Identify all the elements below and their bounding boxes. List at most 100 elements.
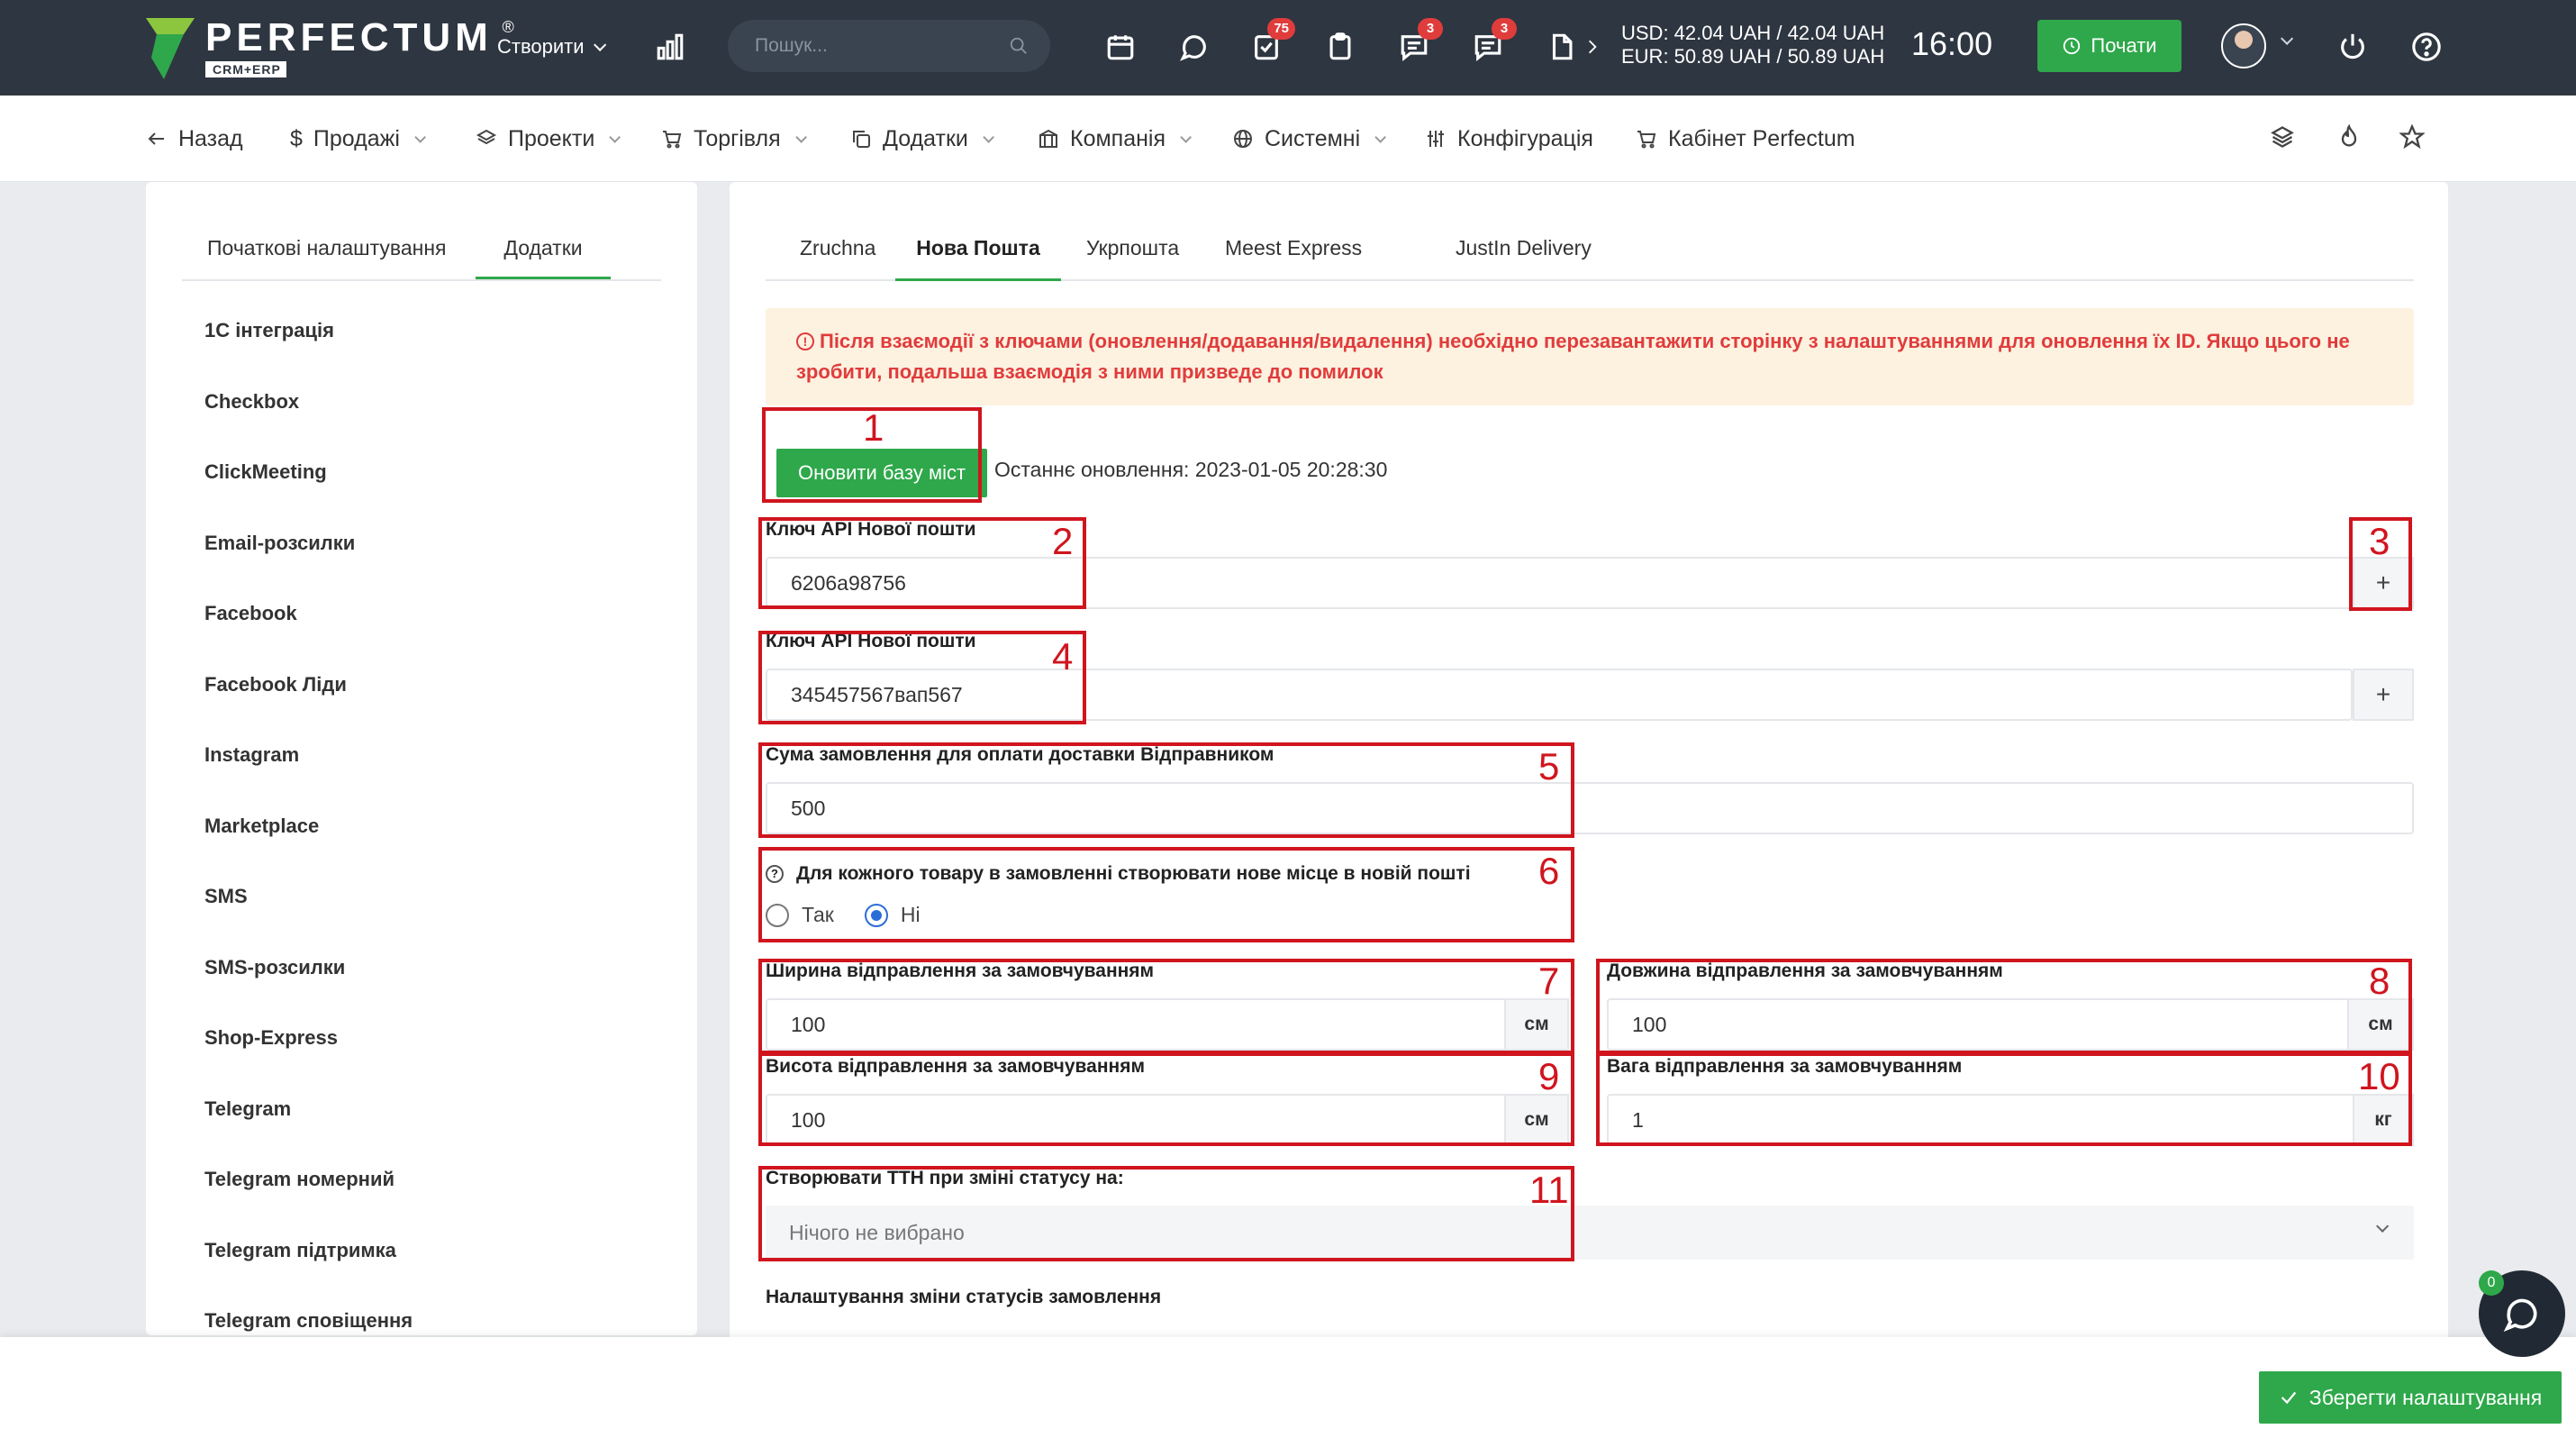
nav-system[interactable]: Системні xyxy=(1232,123,1387,155)
api-key-input[interactable]: 345457567вап567 xyxy=(766,669,2353,721)
sidebar-tabs: Початкові налаштування Додатки xyxy=(182,223,661,281)
annotation-number: 8 xyxy=(2369,960,2390,1002)
nav-projects-label: Проекти xyxy=(508,125,595,151)
sidebar-item-telegram[interactable]: Telegram xyxy=(204,1096,413,1167)
status-settings-heading: Налаштування зміни статусів замовлення xyxy=(766,1287,1162,1307)
sidebar-item-telegram-number[interactable]: Telegram номерний xyxy=(204,1166,413,1237)
search-input[interactable] xyxy=(755,35,989,57)
api-key-label: Ключ API Нової пошти xyxy=(766,631,976,651)
logo-subtitle: CRM+ERP xyxy=(205,61,286,77)
calendar-icon[interactable] xyxy=(1101,27,1140,67)
chevron-right-icon[interactable] xyxy=(1583,27,1601,67)
fire-icon[interactable] xyxy=(2336,123,2365,153)
sidebar-item-facebook[interactable]: Facebook xyxy=(204,600,413,671)
height-unit: см xyxy=(1504,1094,1569,1146)
refresh-cities-button[interactable]: Оновити базу міст xyxy=(776,449,987,497)
sidebar-item-telegram-support[interactable]: Telegram підтримка xyxy=(204,1237,413,1308)
chevron-down-icon xyxy=(983,131,994,143)
sidebar-item-clickmeeting[interactable]: ClickMeeting xyxy=(204,459,413,530)
clipboard-icon[interactable] xyxy=(1320,27,1360,67)
weight-input[interactable]: 1 xyxy=(1607,1094,2367,1146)
top-navbar: PERFECTUM® CRM+ERP Створити 75 3 3 xyxy=(0,0,2576,96)
nav-company-label: Компанія xyxy=(1070,125,1166,151)
check-icon xyxy=(2281,1391,2297,1405)
sidebar-item-facebook-leads[interactable]: Facebook Ліди xyxy=(204,671,413,742)
annotation-number: 4 xyxy=(1052,635,1074,678)
sidebar-item-shop-express[interactable]: Shop-Express xyxy=(204,1024,413,1096)
tab-meest-express[interactable]: Meest Express xyxy=(1225,236,1362,281)
warning-alert: ! Після взаємодії з ключами (оновлення/до… xyxy=(766,308,2414,405)
sidebar-item-email[interactable]: Email-розсилки xyxy=(204,530,413,601)
sidebar-item-checkbox[interactable]: Checkbox xyxy=(204,388,413,460)
nav-addons-label: Додатки xyxy=(883,125,968,151)
width-input[interactable]: 100 xyxy=(766,998,1515,1051)
nav-configuration[interactable]: Конфігурація xyxy=(1425,123,1593,155)
nav-company[interactable]: Компанія xyxy=(1038,123,1192,155)
api-key-input[interactable]: 6206a98756 xyxy=(766,557,2353,609)
nav-perfectum-cabinet[interactable]: Кабінет Perfectum xyxy=(1636,123,1855,155)
length-unit: см xyxy=(2347,998,2414,1051)
comment-icon[interactable] xyxy=(1175,27,1214,67)
chevron-down-icon[interactable] xyxy=(2281,32,2294,45)
nav-projects[interactable]: Проекти xyxy=(476,123,621,155)
layers-icon[interactable] xyxy=(2270,124,2299,153)
sidebar-item-instagram[interactable]: Instagram xyxy=(204,742,413,813)
length-label: Довжина відправлення за замовчуванням xyxy=(1607,960,2003,981)
sidebar-item-sms[interactable]: SMS xyxy=(204,883,413,954)
order-sum-input[interactable]: 500 xyxy=(766,782,2414,834)
tab-zruchna[interactable]: Zruchna xyxy=(800,236,875,281)
height-input[interactable]: 100 xyxy=(766,1094,1515,1146)
arrow-left-icon xyxy=(148,132,164,145)
stats-icon[interactable] xyxy=(650,27,690,67)
tab-initial-settings[interactable]: Початкові налаштування xyxy=(207,236,447,279)
question-circle-icon: ? xyxy=(766,865,784,883)
length-input[interactable]: 100 xyxy=(1607,998,2362,1051)
last-update-text: Останнє оновлення: 2023-01-05 20:28:30 xyxy=(994,458,1388,481)
save-settings-label: Зберегти налаштування xyxy=(2308,1385,2543,1409)
alert-text-line1: Після взаємодії з ключами (оновлення/дод… xyxy=(820,330,2350,352)
logo[interactable]: PERFECTUM ® CRM+ERP xyxy=(144,14,514,81)
radio-no[interactable] xyxy=(864,903,888,927)
settings-sidebar: Початкові налаштування Додатки 1С інтегр… xyxy=(146,182,697,1335)
nav-addons[interactable]: Додатки xyxy=(850,123,994,155)
chevron-down-icon xyxy=(1374,131,1387,143)
messages-icon[interactable]: 3 xyxy=(1394,18,1443,67)
nav-trade[interactable]: Торгівля xyxy=(661,123,807,155)
nav-system-label: Системні xyxy=(1265,125,1361,151)
tasks-icon[interactable]: 75 xyxy=(1247,18,1295,67)
create-menu[interactable]: Створити xyxy=(497,31,606,63)
document-icon[interactable] xyxy=(1542,27,1582,67)
back-link[interactable]: Назад xyxy=(146,123,243,155)
avatar[interactable] xyxy=(2221,23,2266,68)
tab-ukrposhta[interactable]: Укрпошта xyxy=(1086,236,1179,281)
sidebar-item-1c[interactable]: 1С інтеграція xyxy=(204,317,413,388)
chevron-down-icon xyxy=(414,131,426,143)
sidebar-item-marketplace[interactable]: Marketplace xyxy=(204,813,413,884)
start-work-button[interactable]: Почати xyxy=(2037,20,2181,72)
search-icon[interactable] xyxy=(1009,36,1029,56)
help-icon[interactable] xyxy=(2407,27,2446,67)
chat-icon[interactable]: 3 xyxy=(1468,18,1517,67)
tab-addons[interactable]: Додатки xyxy=(476,236,611,279)
nav-sales[interactable]: $ Продажі xyxy=(290,123,426,155)
add-api-key-button[interactable]: + xyxy=(2353,669,2414,721)
star-icon[interactable] xyxy=(2399,123,2428,153)
add-api-key-button[interactable]: + xyxy=(2353,557,2414,609)
radio-yes[interactable] xyxy=(766,903,789,927)
sidebar-item-sms-mailing[interactable]: SMS-розсилки xyxy=(204,954,413,1025)
copy-icon xyxy=(853,131,870,148)
save-settings-button[interactable]: Зберегти налаштування xyxy=(2259,1371,2562,1424)
building-icon xyxy=(1039,129,1057,148)
search-bar[interactable] xyxy=(728,20,1050,72)
chevron-down-icon xyxy=(794,131,807,143)
ttn-status-select[interactable]: Нічого не вибрано xyxy=(766,1206,2414,1260)
cart-icon xyxy=(1637,131,1656,149)
bottom-action-bar xyxy=(0,1337,2576,1429)
chat-badge: 3 xyxy=(1492,18,1517,40)
width-label: Ширина відправлення за замовчуванням xyxy=(766,960,1155,981)
nav-perfectum-cabinet-label: Кабінет Perfectum xyxy=(1668,125,1855,151)
new-place-label-text: Для кожного товару в замовленні створюва… xyxy=(796,863,1471,884)
tab-nova-poshta[interactable]: Нова Пошта xyxy=(895,236,1061,281)
tab-justin-delivery[interactable]: JustIn Delivery xyxy=(1456,236,1592,281)
power-icon[interactable] xyxy=(2333,27,2372,67)
